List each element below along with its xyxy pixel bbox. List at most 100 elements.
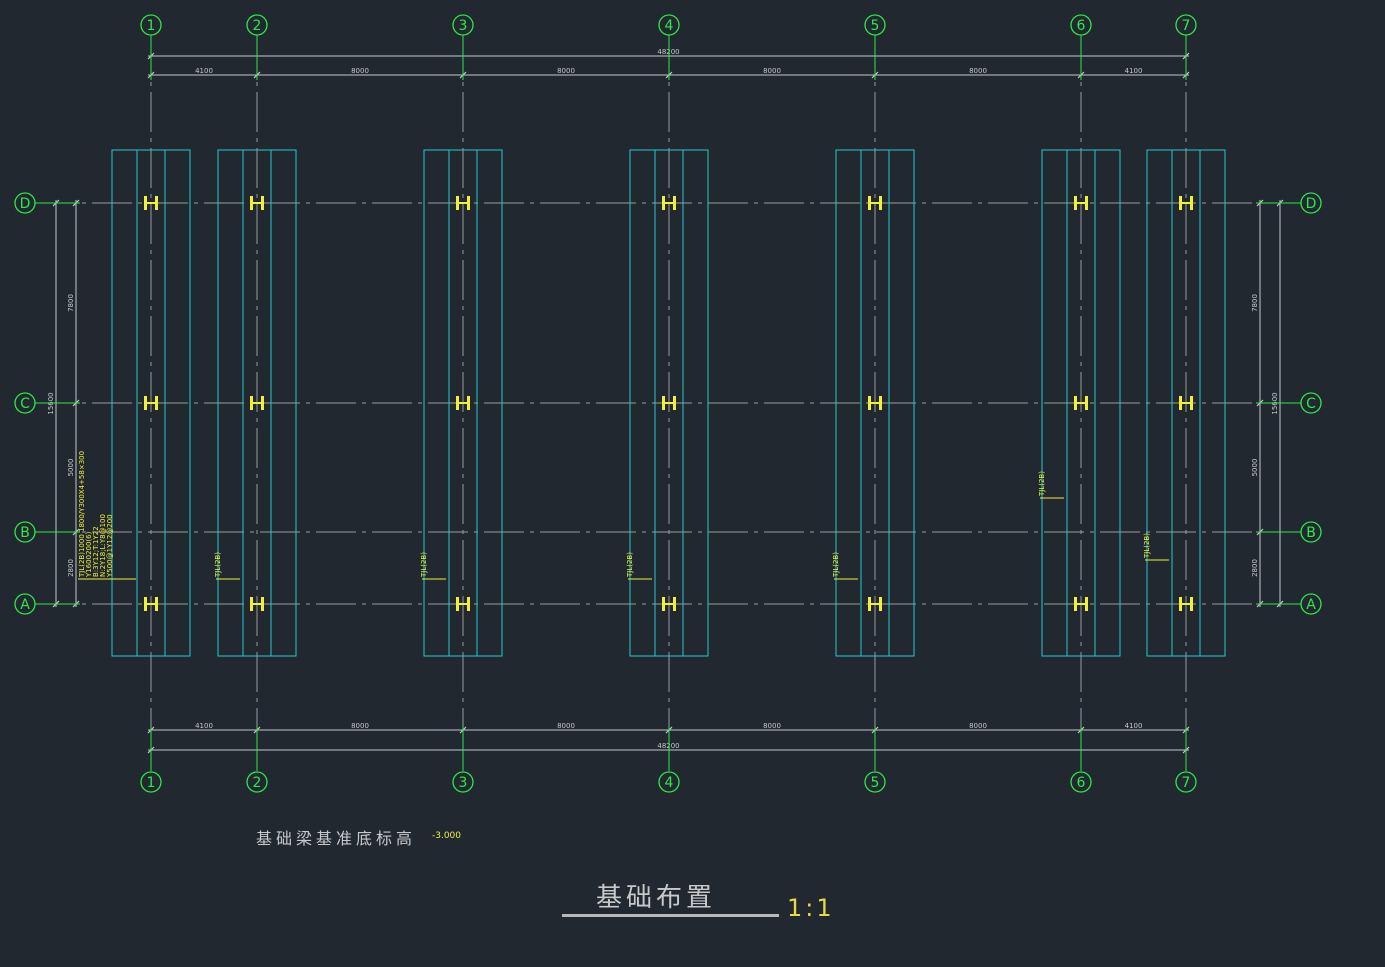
dim-top-span-label: 4100: [195, 67, 213, 75]
column-flange-left: [1074, 597, 1077, 611]
column-flange-right: [673, 597, 676, 611]
grid-bubble-top-7: 7: [1175, 14, 1197, 36]
base-elevation-value: -3.000: [432, 831, 461, 841]
grid-bubble-top-4: 4: [658, 14, 680, 36]
column-flange-right: [1190, 396, 1193, 410]
column-web: [253, 202, 261, 204]
column-flange-right: [1085, 597, 1088, 611]
grid-bubble-right-D: D: [1300, 192, 1322, 214]
column-web: [1182, 402, 1190, 404]
column-flange-right: [155, 196, 158, 210]
grid-bubble-left-D: D: [14, 192, 36, 214]
column-flange-right: [879, 396, 882, 410]
column-web: [253, 603, 261, 605]
column-web: [147, 202, 155, 204]
column-flange-right: [879, 597, 882, 611]
dim-bottom-span-label: 4100: [1125, 722, 1143, 730]
grid-bubble-top-1: 1: [140, 14, 162, 36]
grid-bubble-label: 4: [665, 775, 674, 791]
column-web: [665, 202, 673, 204]
grid-bubble-bottom-3: 3: [452, 771, 474, 793]
column-web: [147, 603, 155, 605]
column-flange-left: [662, 396, 665, 410]
grid-bubble-label: A: [1306, 597, 1316, 613]
column-flange-left: [662, 597, 665, 611]
column-web: [871, 202, 879, 204]
column-web: [871, 603, 879, 605]
tag-detail-line: Y500@1Y12@200: [106, 514, 114, 578]
grid-bubble-label: 1: [147, 18, 156, 34]
column-web: [459, 402, 467, 404]
column-flange-left: [144, 196, 147, 210]
column-flange-left: [1179, 396, 1182, 410]
column-flange-left: [144, 597, 147, 611]
dim-right-span-label: 7800: [1251, 294, 1259, 312]
grid-bubble-right-B: B: [1300, 521, 1322, 543]
tag-col7: TJL(2B): [1143, 533, 1151, 559]
column-flange-right: [261, 196, 264, 210]
column-flange-right: [879, 196, 882, 210]
column-flange-left: [250, 597, 253, 611]
grid-bubble-top-6: 6: [1070, 14, 1092, 36]
dim-top-span-label: 4100: [1125, 67, 1143, 75]
column-web: [1182, 202, 1190, 204]
grid-bubble-bottom-4: 4: [658, 771, 680, 793]
dim-right-span-label: 5000: [1251, 459, 1259, 477]
grid-bubble-label: 6: [1077, 18, 1086, 34]
dim-bottom-span-label: 8000: [969, 722, 987, 730]
tag-col5: TJL(2B): [832, 552, 840, 578]
column-flange-left: [456, 396, 459, 410]
column-flange-left: [456, 597, 459, 611]
beam-tags: TJL(2B)1000 1800/Y300X4+58×300 Y1600200(6…: [78, 451, 1169, 580]
column-flange-right: [673, 196, 676, 210]
grid-bubble-label: C: [20, 396, 30, 412]
grid-bubble-label: 6: [1077, 775, 1086, 791]
tag-col2: TJL(2B): [214, 552, 222, 578]
column-flange-left: [868, 196, 871, 210]
column-flange-left: [1179, 196, 1182, 210]
grid-bubble-label: 2: [253, 775, 262, 791]
column-flange-right: [467, 597, 470, 611]
dim-top-span-label: 8000: [351, 67, 369, 75]
column-web: [665, 603, 673, 605]
column-flange-left: [250, 396, 253, 410]
column-web: [147, 402, 155, 404]
grid-bubble-top-3: 3: [452, 14, 474, 36]
column-flange-right: [467, 396, 470, 410]
grid-bubble-label: 7: [1182, 18, 1191, 34]
column-flange-right: [673, 396, 676, 410]
dim-top-span-label: 8000: [969, 67, 987, 75]
drawing-scale: 1:1: [787, 894, 835, 922]
grid-bubble-label: D: [1306, 196, 1317, 212]
grid-bubble-label: C: [1306, 396, 1316, 412]
title-underline: [562, 914, 779, 917]
grid-bubble-label: 2: [253, 18, 262, 34]
column-flange-left: [868, 597, 871, 611]
grid-bubble-label: D: [20, 196, 31, 212]
column-flange-right: [467, 196, 470, 210]
dim-bottom-span-label: 8000: [351, 722, 369, 730]
grid-bubble-left-B: B: [14, 521, 36, 543]
base-elevation-note: 基础梁基准底标高: [256, 829, 416, 848]
column-flange-left: [144, 396, 147, 410]
column-flange-left: [662, 196, 665, 210]
column-flange-left: [250, 196, 253, 210]
grid-bubble-label: B: [1306, 525, 1316, 541]
dim-bottom-span-label: 8000: [557, 722, 575, 730]
column-flange-right: [1190, 196, 1193, 210]
foundation-layout-drawing: 4820041008000800080008000410041008000800…: [14, 14, 1322, 922]
column-flange-right: [1190, 597, 1193, 611]
column-web: [1077, 603, 1085, 605]
column-flange-left: [456, 196, 459, 210]
column-web: [459, 603, 467, 605]
grid-bubble-bottom-7: 7: [1175, 771, 1197, 793]
grid-bubble-left-A: A: [14, 593, 36, 615]
grid-bubble-bottom-2: 2: [246, 771, 268, 793]
grid-bubble-label: 4: [665, 18, 674, 34]
column-web: [665, 402, 673, 404]
column-web: [1077, 202, 1085, 204]
grid-bubble-label: 7: [1182, 775, 1191, 791]
column-flange-right: [155, 396, 158, 410]
grid-bubble-right-C: C: [1300, 392, 1322, 414]
dim-top-span-label: 8000: [557, 67, 575, 75]
